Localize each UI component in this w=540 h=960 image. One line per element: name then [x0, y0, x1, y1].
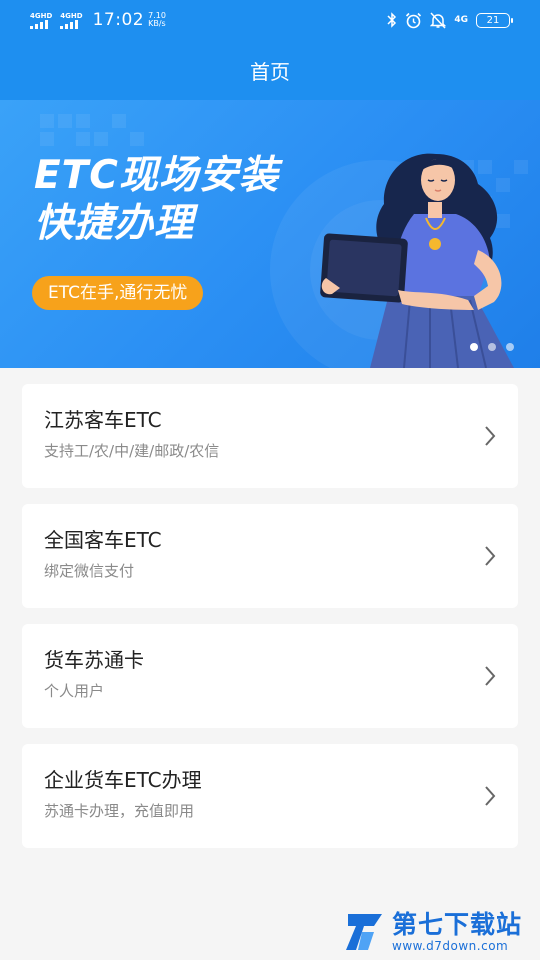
banner-slogan-pill: ETC在手,通行无忧: [32, 276, 204, 310]
card-title: 全国客车ETC: [44, 528, 162, 552]
card-subtitle: 绑定微信支付: [44, 562, 135, 580]
banner-headline-line1: ETC现场安装: [34, 153, 279, 198]
card-subtitle: 支持工/农/中/建/邮政/农信: [44, 442, 220, 460]
card-title: 货车苏通卡: [44, 648, 144, 672]
card-enterprise-truck-etc[interactable]: 企业货车ETC办理 苏通卡办理，充值即用: [22, 744, 518, 848]
signal-icon: 4GHD: [30, 12, 52, 29]
card-national-passenger-etc[interactable]: 全国客车ETC 绑定微信支付: [22, 504, 518, 608]
4g-data-icon: 4G: [454, 15, 468, 25]
app-header: 首页: [0, 40, 540, 100]
watermark-url: www.d7down.com: [392, 939, 509, 953]
chevron-right-icon: [485, 426, 496, 446]
watermark: 第七下载站 www.d7down.com: [344, 910, 522, 954]
chevron-right-icon: [485, 786, 496, 806]
banner-dot-2[interactable]: [488, 343, 496, 351]
promo-banner[interactable]: ETC现场安装 快捷办理 ETC在手,通行无忧: [0, 100, 540, 368]
banner-headline-line2: 快捷办理: [34, 201, 195, 246]
chevron-right-icon: [485, 666, 496, 686]
bluetooth-icon: [387, 12, 397, 28]
woman-with-tablet-illustration: [320, 153, 514, 368]
signal-icon-2: 4GHD: [60, 12, 83, 29]
card-jiangsu-passenger-etc[interactable]: 江苏客车ETC 支持工/农/中/建/邮政/农信: [22, 384, 518, 488]
battery-icon: 21: [476, 12, 513, 28]
service-list: 江苏客车ETC 支持工/农/中/建/邮政/农信 全国客车ETC 绑定微信支付 货…: [22, 384, 518, 864]
card-title: 江苏客车ETC: [44, 408, 162, 432]
status-bar: 4GHD 4GHD 17:02 7.10 KB/s 4G 21: [0, 0, 540, 40]
banner-pagination[interactable]: [470, 343, 514, 351]
card-title: 企业货车ETC办理: [44, 768, 202, 792]
mute-icon: [430, 11, 447, 29]
page-title: 首页: [250, 59, 290, 84]
banner-dot-3[interactable]: [506, 343, 514, 351]
banner-dot-1[interactable]: [470, 343, 478, 351]
watermark-brand: 第七下载站: [392, 910, 523, 939]
card-truck-sutong-card[interactable]: 货车苏通卡 个人用户: [22, 624, 518, 728]
card-subtitle: 个人用户: [44, 682, 105, 700]
network-speed: 7.10 KB/s: [148, 11, 166, 28]
card-subtitle: 苏通卡办理，充值即用: [44, 802, 195, 820]
status-bar-right: 4G 21: [387, 10, 513, 30]
banner-headline: ETC现场安装 快捷办理: [34, 152, 279, 248]
chevron-right-icon: [485, 546, 496, 566]
watermark-logo-icon: [346, 914, 382, 950]
battery-level: 21: [486, 14, 500, 26]
watermark-text: 第七下载站 www.d7down.com: [392, 910, 523, 954]
alarm-icon: [406, 12, 422, 28]
status-time: 17:02: [92, 10, 145, 30]
status-bar-left: 4GHD 4GHD 17:02 7.10 KB/s: [30, 10, 166, 30]
